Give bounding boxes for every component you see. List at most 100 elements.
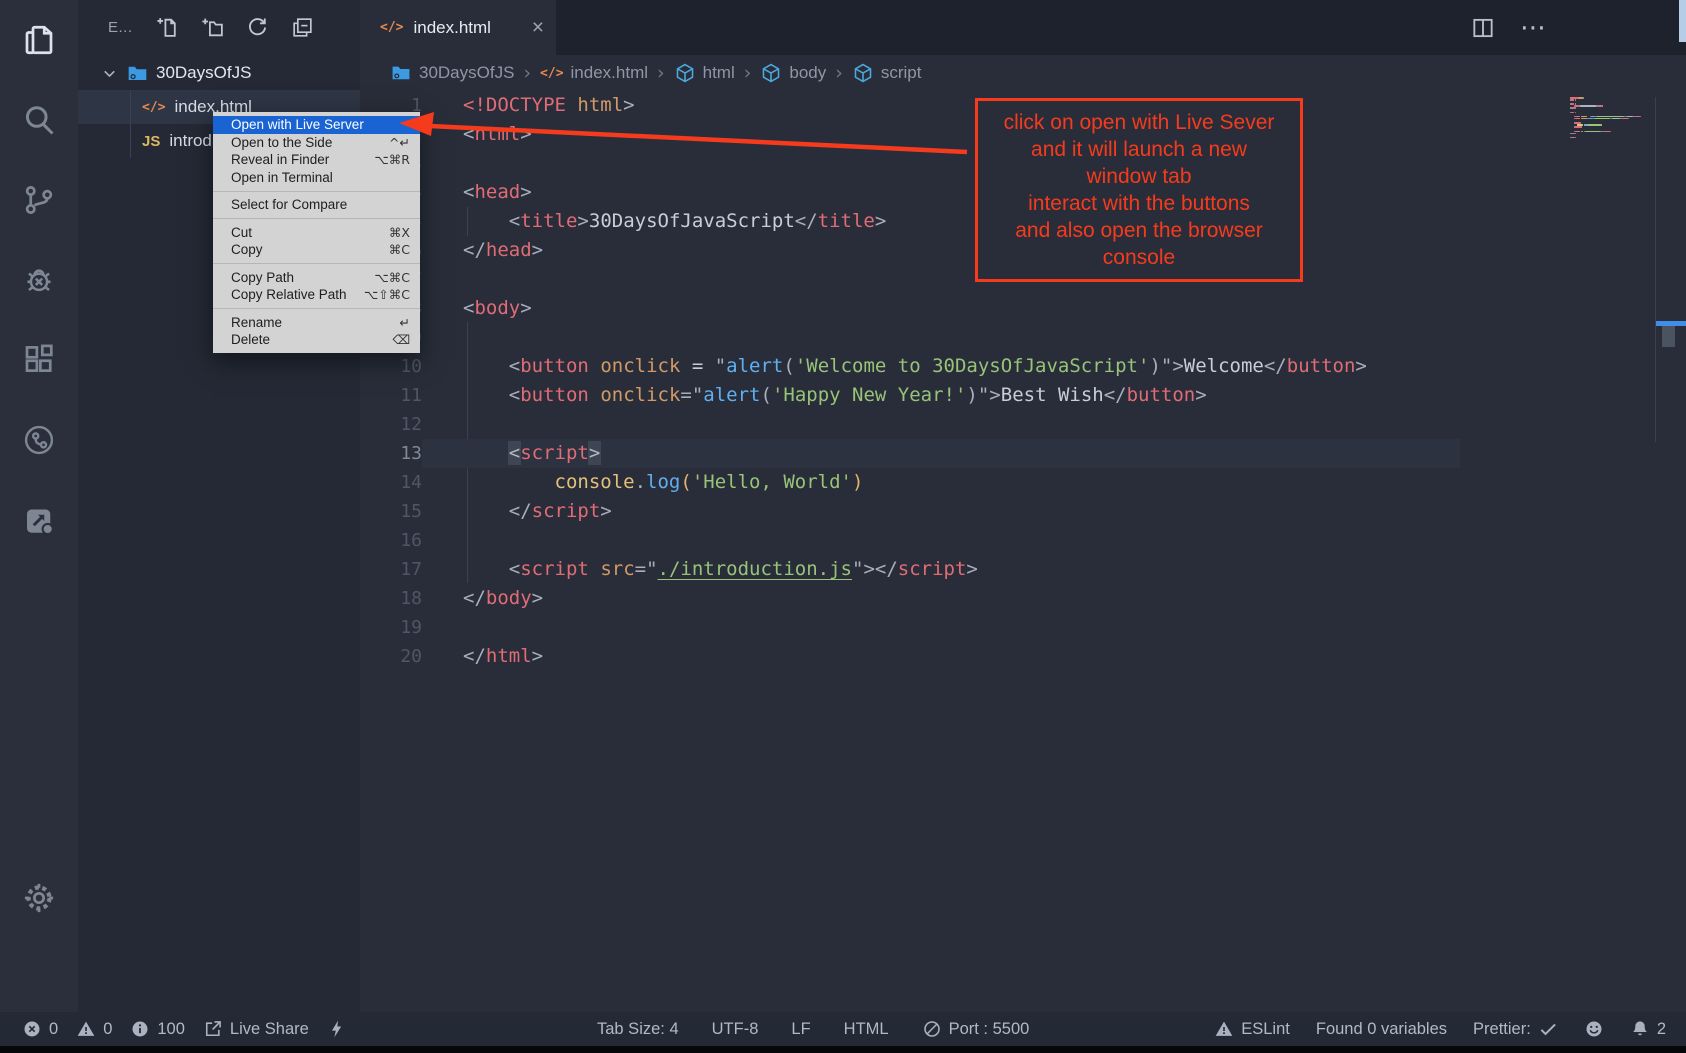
breadcrumb-item-script[interactable]: script bbox=[852, 62, 922, 84]
code-line-11[interactable]: 11 <button onclick="alert('Happy New Yea… bbox=[360, 381, 1686, 410]
menu-item-cut[interactable]: Cut ⌘X bbox=[213, 224, 420, 242]
status-item-0[interactable]: 0 bbox=[22, 1019, 58, 1039]
split-editor-icon[interactable] bbox=[1470, 15, 1496, 41]
new-file-button[interactable] bbox=[155, 15, 180, 40]
breadcrumb-item-30DaysOfJS[interactable]: 30DaysOfJS bbox=[390, 62, 514, 84]
minimap[interactable] bbox=[1570, 97, 1650, 139]
code-line-18[interactable]: 18</body> bbox=[360, 584, 1686, 613]
code-line-16[interactable]: 16 bbox=[360, 526, 1686, 555]
activity-item-source-control[interactable] bbox=[0, 160, 78, 240]
status-item-port-5500[interactable]: Port : 5500 bbox=[922, 1019, 1030, 1039]
status-item-smiley-icon[interactable] bbox=[1584, 1019, 1604, 1039]
menu-item-label: Delete bbox=[231, 332, 270, 347]
breadcrumb-separator: › bbox=[523, 62, 531, 84]
live-share-status-icon bbox=[203, 1019, 223, 1039]
activity-item-explorer[interactable] bbox=[0, 0, 78, 80]
activity-item-live-share[interactable] bbox=[0, 480, 78, 560]
status-item-lightning-icon[interactable] bbox=[327, 1019, 347, 1039]
status-item-tab-size-4[interactable]: Tab Size: 4 bbox=[597, 1020, 679, 1039]
status-item-found-0-variables[interactable]: Found 0 variables bbox=[1316, 1020, 1447, 1039]
code-line-13[interactable]: 13 <script> bbox=[360, 439, 1686, 468]
status-item-prettier-[interactable]: Prettier: bbox=[1473, 1019, 1558, 1039]
line-content: </head> bbox=[422, 236, 543, 265]
code-line-9[interactable]: 9 bbox=[360, 323, 1686, 352]
menu-item-open-in-terminal[interactable]: Open in Terminal bbox=[213, 169, 420, 187]
status-item-live-share[interactable]: Live Share bbox=[203, 1019, 309, 1039]
status-bar: 0 0 100 Live Share Tab Size: 4 UTF-8 LF HTML Po… bbox=[0, 1012, 1686, 1046]
activity-item-extensions[interactable] bbox=[0, 320, 78, 400]
chevron-down-icon bbox=[100, 64, 119, 83]
line-content: </body> bbox=[422, 584, 543, 613]
breadcrumb-label: 30DaysOfJS bbox=[419, 63, 514, 83]
close-icon[interactable]: × bbox=[532, 17, 544, 38]
breadcrumb-separator: › bbox=[835, 62, 843, 84]
tabs: </>index.html× bbox=[360, 0, 556, 55]
editor-actions: ⋯ bbox=[1470, 0, 1546, 55]
menu-item-rename[interactable]: Rename↵ bbox=[213, 314, 420, 332]
menu-item-copy-relative-path[interactable]: Copy Relative Path⌥⇧⌘C bbox=[213, 286, 420, 304]
status-item-eslint[interactable]: ESLint bbox=[1214, 1019, 1290, 1039]
code-line-14[interactable]: 14 console.log('Hello, World') bbox=[360, 468, 1686, 497]
activity-bar-top bbox=[0, 0, 78, 560]
breadcrumb-item-index.html[interactable]: </>index.html bbox=[540, 63, 648, 83]
extensions-icon bbox=[21, 342, 57, 378]
code-line-17[interactable]: 17 <script src="./introduction.js"></scr… bbox=[360, 555, 1686, 584]
vscode-window: E... 30DaysOfJS</>index.htmlJSintroducti… bbox=[0, 0, 1686, 1053]
menu-separator bbox=[213, 263, 420, 264]
menu-item-shortcut: ⌘X bbox=[389, 225, 410, 240]
breadcrumb: 30DaysOfJS›</>index.html›html›body›scrip… bbox=[360, 55, 1686, 91]
code-line-19[interactable]: 19 bbox=[360, 613, 1686, 642]
new-folder-button[interactable] bbox=[200, 15, 225, 40]
line-content bbox=[422, 265, 463, 294]
status-item-label: HTML bbox=[844, 1020, 889, 1039]
status-item-lf[interactable]: LF bbox=[791, 1020, 810, 1039]
status-item-0[interactable]: 0 bbox=[76, 1019, 112, 1039]
status-item-100[interactable]: 100 bbox=[130, 1019, 185, 1039]
line-content: <head> bbox=[422, 178, 532, 207]
code-line-15[interactable]: 15 </script> bbox=[360, 497, 1686, 526]
tree-item-30DaysOfJS[interactable]: 30DaysOfJS bbox=[78, 56, 360, 90]
line-content: <title>30DaysOfJavaScript</title> bbox=[422, 207, 886, 236]
menu-item-reveal-in-finder[interactable]: Reveal in Finder⌥⌘R bbox=[213, 151, 420, 169]
menu-item-copy-path[interactable]: Copy Path⌥⌘C bbox=[213, 269, 420, 287]
scrollbar-thumb[interactable] bbox=[1662, 326, 1675, 347]
line-content: <button onclick="alert('Happy New Year!'… bbox=[422, 381, 1207, 410]
code-line-8[interactable]: 8<body> bbox=[360, 294, 1686, 323]
more-actions-icon[interactable]: ⋯ bbox=[1520, 15, 1546, 41]
menu-item-label: Cut bbox=[231, 225, 252, 240]
activity-item-settings[interactable] bbox=[0, 858, 78, 938]
status-item-label: UTF-8 bbox=[712, 1020, 759, 1039]
cube-icon bbox=[852, 62, 874, 84]
code-line-12[interactable]: 12 bbox=[360, 410, 1686, 439]
gear-icon bbox=[21, 880, 57, 916]
status-item-label: 0 bbox=[103, 1020, 112, 1039]
menu-item-label: Open in Terminal bbox=[231, 170, 333, 185]
status-item-html[interactable]: HTML bbox=[844, 1020, 889, 1039]
corner-indicator bbox=[1679, 0, 1686, 42]
collapse-folders-button[interactable] bbox=[290, 15, 315, 40]
menu-item-select-for-compare[interactable]: Select for Compare bbox=[213, 196, 420, 214]
status-item-label: LF bbox=[791, 1020, 810, 1039]
line-content bbox=[422, 410, 463, 439]
breadcrumb-item-body[interactable]: body bbox=[760, 62, 826, 84]
line-number: 16 bbox=[360, 526, 422, 555]
breadcrumb-item-html[interactable]: html bbox=[674, 62, 735, 84]
menu-item-delete[interactable]: Delete⌫ bbox=[213, 331, 420, 349]
menu-item-open-with-live-server[interactable]: Open with Live Server bbox=[213, 116, 420, 134]
activity-item-gitlens[interactable] bbox=[0, 400, 78, 480]
status-item-label: 2 bbox=[1657, 1020, 1666, 1039]
smiley-icon bbox=[1584, 1019, 1604, 1039]
menu-item-copy[interactable]: Copy⌘C bbox=[213, 241, 420, 259]
activity-item-search[interactable] bbox=[0, 80, 78, 160]
status-item-label: Live Share bbox=[230, 1020, 309, 1039]
status-item-utf-8[interactable]: UTF-8 bbox=[712, 1020, 759, 1039]
code-line-10[interactable]: 10 <button onclick = "alert('Welcome to … bbox=[360, 352, 1686, 381]
tab-index.html[interactable]: </>index.html× bbox=[360, 0, 556, 55]
menu-item-open-to-the-side[interactable]: Open to the Side^↵ bbox=[213, 134, 420, 152]
status-item-2[interactable]: 2 bbox=[1630, 1019, 1666, 1039]
activity-item-run-debug[interactable] bbox=[0, 240, 78, 320]
status-item-label: 0 bbox=[49, 1020, 58, 1039]
line-content: </html> bbox=[422, 642, 543, 671]
code-line-20[interactable]: 20</html> bbox=[360, 642, 1686, 671]
refresh-button[interactable] bbox=[245, 15, 270, 40]
